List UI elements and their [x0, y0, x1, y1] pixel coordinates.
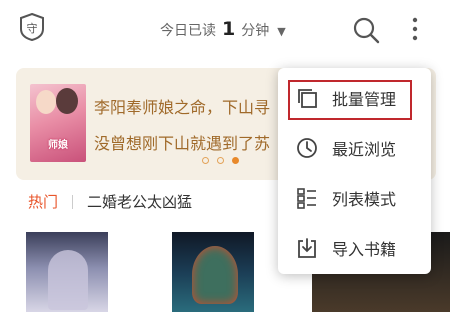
- tag-book-title[interactable]: 二婚老公太凶猛: [87, 191, 192, 212]
- divider: [72, 194, 74, 209]
- menu-item-list-mode[interactable]: 列表模式: [278, 173, 431, 223]
- carousel-dot-active[interactable]: [232, 157, 239, 164]
- overflow-menu: 批量管理 最近浏览 列表模式 导入书籍: [278, 68, 431, 274]
- read-today-count: 1: [222, 18, 236, 40]
- svg-text:守: 守: [27, 21, 38, 35]
- book-card[interactable]: [172, 232, 254, 312]
- menu-item-label: 列表模式: [332, 190, 397, 209]
- cover-title: 师娘: [48, 140, 68, 151]
- banner-text-line-2: 没曾想刚下山就遇到了苏: [94, 134, 271, 153]
- shield-logo-icon[interactable]: 守: [19, 13, 45, 41]
- tag-hot[interactable]: 热门: [28, 191, 58, 212]
- menu-item-import-books[interactable]: 导入书籍: [278, 223, 431, 273]
- clock-icon: [297, 138, 317, 158]
- chevron-down-icon: ▼: [277, 25, 286, 38]
- read-today-unit: 分钟: [241, 23, 270, 39]
- list-mode-icon: [297, 188, 316, 209]
- banner-text-line-1: 李阳奉师娘之命，下山寻: [94, 98, 271, 117]
- carousel-dot[interactable]: [202, 157, 209, 164]
- menu-item-recent[interactable]: 最近浏览: [278, 123, 431, 173]
- carousel-dot[interactable]: [217, 157, 224, 164]
- selection-highlight: [288, 80, 412, 120]
- book-cover[interactable]: 师娘: [30, 84, 86, 162]
- menu-item-label: 导入书籍: [332, 240, 397, 259]
- top-bar: 守 今日已读 1 分钟 ▼: [0, 0, 450, 58]
- read-today-prefix: 今日已读: [160, 23, 216, 39]
- reading-time-dropdown[interactable]: 今日已读 1 分钟 ▼: [160, 18, 286, 40]
- import-icon: [298, 238, 316, 258]
- menu-item-label: 最近浏览: [332, 140, 397, 159]
- carousel-indicator: [202, 157, 239, 164]
- tag-row: 热门 二婚老公太凶猛: [28, 191, 192, 212]
- book-card[interactable]: [26, 232, 108, 312]
- more-vertical-icon[interactable]: [404, 14, 426, 44]
- search-icon[interactable]: [352, 16, 380, 44]
